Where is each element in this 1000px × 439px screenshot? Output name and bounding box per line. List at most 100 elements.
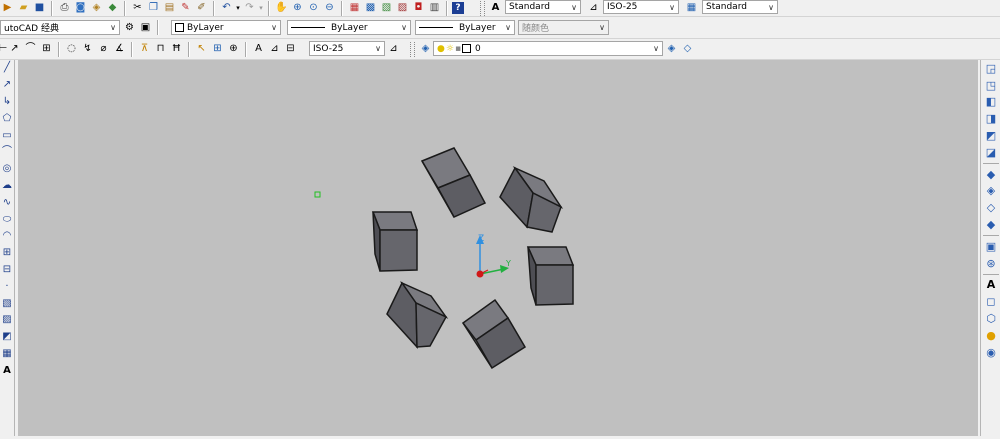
dim-style-manager-icon[interactable]: ⊿	[386, 42, 401, 57]
dim-toolbar-style-select[interactable]: ISO-25 ∨	[309, 41, 385, 56]
view-front-icon[interactable]: ◩	[981, 127, 1000, 144]
dim-aligned-icon[interactable]: ↗	[7, 42, 22, 57]
open-icon[interactable]: ▰	[16, 1, 31, 16]
match-properties-icon[interactable]: ✎	[178, 1, 193, 16]
dim-style-select[interactable]: ISO-25 ∨	[603, 0, 679, 14]
orbit-icon[interactable]: ⊛	[981, 255, 1000, 272]
dim-text-edit-icon[interactable]: ⊿	[267, 42, 282, 57]
dim-continue-icon[interactable]: Ħ	[169, 42, 184, 57]
quick-dim-icon[interactable]: ⊼	[137, 42, 152, 57]
make-block-icon[interactable]: ⊟	[0, 262, 14, 279]
iso-se-icon[interactable]: ◈	[981, 183, 1000, 200]
tolerance-icon[interactable]: ⊞	[210, 42, 225, 57]
spline-icon[interactable]: ∿	[0, 194, 14, 211]
undo-icon[interactable]: ↶	[219, 1, 234, 16]
cut-icon[interactable]: ✂	[130, 1, 145, 16]
make-object-layer-current-icon[interactable]: ◈	[664, 42, 679, 57]
revision-cloud-icon[interactable]: ☁	[0, 178, 14, 195]
view-back-icon[interactable]: ◪	[981, 144, 1000, 161]
center-mark-icon[interactable]: ⊕	[226, 42, 241, 57]
dim-style-icon[interactable]: ⊿	[586, 1, 601, 16]
cube[interactable]	[526, 246, 575, 306]
rectangle-icon[interactable]: ▭	[0, 127, 14, 144]
dim-angular-icon[interactable]: ∡	[112, 42, 127, 57]
dim-arc-icon[interactable]: ⌒	[23, 42, 38, 57]
polyline-icon[interactable]: ↳	[0, 94, 14, 111]
zoom-previous-icon[interactable]: ⊖	[322, 1, 337, 16]
layer-previous-icon[interactable]: ◇	[680, 42, 695, 57]
visual-style-icon[interactable]: ●	[981, 327, 1000, 344]
copy-icon[interactable]: ❐	[146, 1, 161, 16]
dim-edit-icon[interactable]: A	[251, 42, 266, 57]
layer-select[interactable]: ● ☼ ▪ 0 ∨	[433, 41, 663, 56]
construction-line-icon[interactable]: ↗	[0, 77, 14, 94]
undo-dropdown-icon[interactable]: ▾	[235, 1, 241, 16]
camera-icon[interactable]: ▣	[981, 238, 1000, 255]
layer-icon[interactable]: ◉	[981, 344, 1000, 361]
viewport-svg[interactable]: Z Y	[18, 60, 978, 436]
redo-icon[interactable]: ↷	[242, 1, 257, 16]
box-icon[interactable]: ◻	[981, 293, 1000, 310]
iso-nw-icon[interactable]: ◆	[981, 216, 1000, 233]
zoom-window-icon[interactable]: ⊙	[306, 1, 321, 16]
region-icon[interactable]: ◩	[0, 329, 14, 346]
linetype-select[interactable]: ByLayer ∨	[287, 20, 411, 35]
text-style-icon[interactable]: A	[488, 1, 503, 16]
iso-ne-icon[interactable]: ◇	[981, 199, 1000, 216]
publish-icon[interactable]: ◈	[89, 1, 104, 16]
line-icon[interactable]: ╱	[0, 60, 14, 77]
view-left-icon[interactable]: ◧	[981, 94, 1000, 111]
circle-icon[interactable]: ◎	[0, 161, 14, 178]
lineweight-select[interactable]: ByLayer ∨	[415, 20, 515, 35]
dim-linear-icon[interactable]: ⊢	[0, 42, 7, 57]
cube[interactable]	[371, 211, 419, 272]
table-icon[interactable]: ▦	[0, 346, 14, 363]
toolbar-grip[interactable]	[410, 41, 415, 57]
workspace-save-icon[interactable]: ▣	[138, 20, 153, 35]
ellipse-arc-icon[interactable]: ◠	[0, 228, 14, 245]
tool-palettes-icon[interactable]: ▧	[379, 1, 394, 16]
dim-update-icon[interactable]: ⊟	[283, 42, 298, 57]
text-style-select[interactable]: Standard ∨	[505, 0, 581, 14]
workspace-settings-icon[interactable]: ⚙	[122, 20, 137, 35]
print-icon[interactable]: ⎙	[57, 1, 72, 16]
layer-properties-icon[interactable]: ◈	[418, 42, 433, 57]
dim-baseline-icon[interactable]: ⊓	[153, 42, 168, 57]
table-style-icon[interactable]: ▦	[684, 1, 699, 16]
point-icon[interactable]: ·	[0, 278, 14, 295]
view-top-icon[interactable]: ◲	[981, 60, 1000, 77]
hatch-icon[interactable]: ▧	[0, 295, 14, 312]
redo-dropdown-icon[interactable]: ▾	[258, 1, 264, 16]
markup-icon[interactable]: ◘	[411, 1, 426, 16]
properties-icon[interactable]: ▦	[347, 1, 362, 16]
view-bottom-icon[interactable]: ◳	[981, 77, 1000, 94]
help-icon[interactable]: ?	[452, 2, 464, 14]
gradient-icon[interactable]: ▨	[0, 312, 14, 329]
toolbar-grip[interactable]	[480, 0, 485, 16]
color-select[interactable]: ByLayer ∨	[171, 20, 281, 35]
dim-radius-icon[interactable]: ◌	[64, 42, 79, 57]
iso-sw-icon[interactable]: ◆	[981, 166, 1000, 183]
save-icon[interactable]: ■	[32, 1, 47, 16]
drawing-viewport[interactable]: Z Y	[18, 60, 978, 436]
quick-leader-icon[interactable]: ↖	[194, 42, 209, 57]
dim-ordinate-icon[interactable]: ⊞	[39, 42, 54, 57]
view-right-icon[interactable]: ◨	[981, 110, 1000, 127]
sheet-set-icon[interactable]: ▨	[395, 1, 410, 16]
block-editor-icon[interactable]: ✐	[194, 1, 209, 16]
dim-diameter-icon[interactable]: ⌀	[96, 42, 111, 57]
zoom-realtime-icon[interactable]: ⊕	[290, 1, 305, 16]
design-center-icon[interactable]: ▩	[363, 1, 378, 16]
text-style-icon[interactable]: A	[981, 277, 1000, 294]
insert-block-icon[interactable]: ⊞	[0, 245, 14, 262]
wedge-icon[interactable]: ⬡	[981, 310, 1000, 327]
paste-icon[interactable]: ▤	[162, 1, 177, 16]
workspace-select[interactable]: utoCAD 经典 ∨	[0, 20, 120, 35]
arc-icon[interactable]: ⌒	[0, 144, 14, 161]
ellipse-icon[interactable]: ⬭	[0, 211, 14, 228]
preview-icon[interactable]: ◙	[73, 1, 88, 16]
pan-icon[interactable]: ✋	[274, 1, 289, 16]
dim-jogged-icon[interactable]: ↯	[80, 42, 95, 57]
calculator-icon[interactable]: ▥	[427, 1, 442, 16]
multiline-text-icon[interactable]: A	[0, 362, 14, 379]
